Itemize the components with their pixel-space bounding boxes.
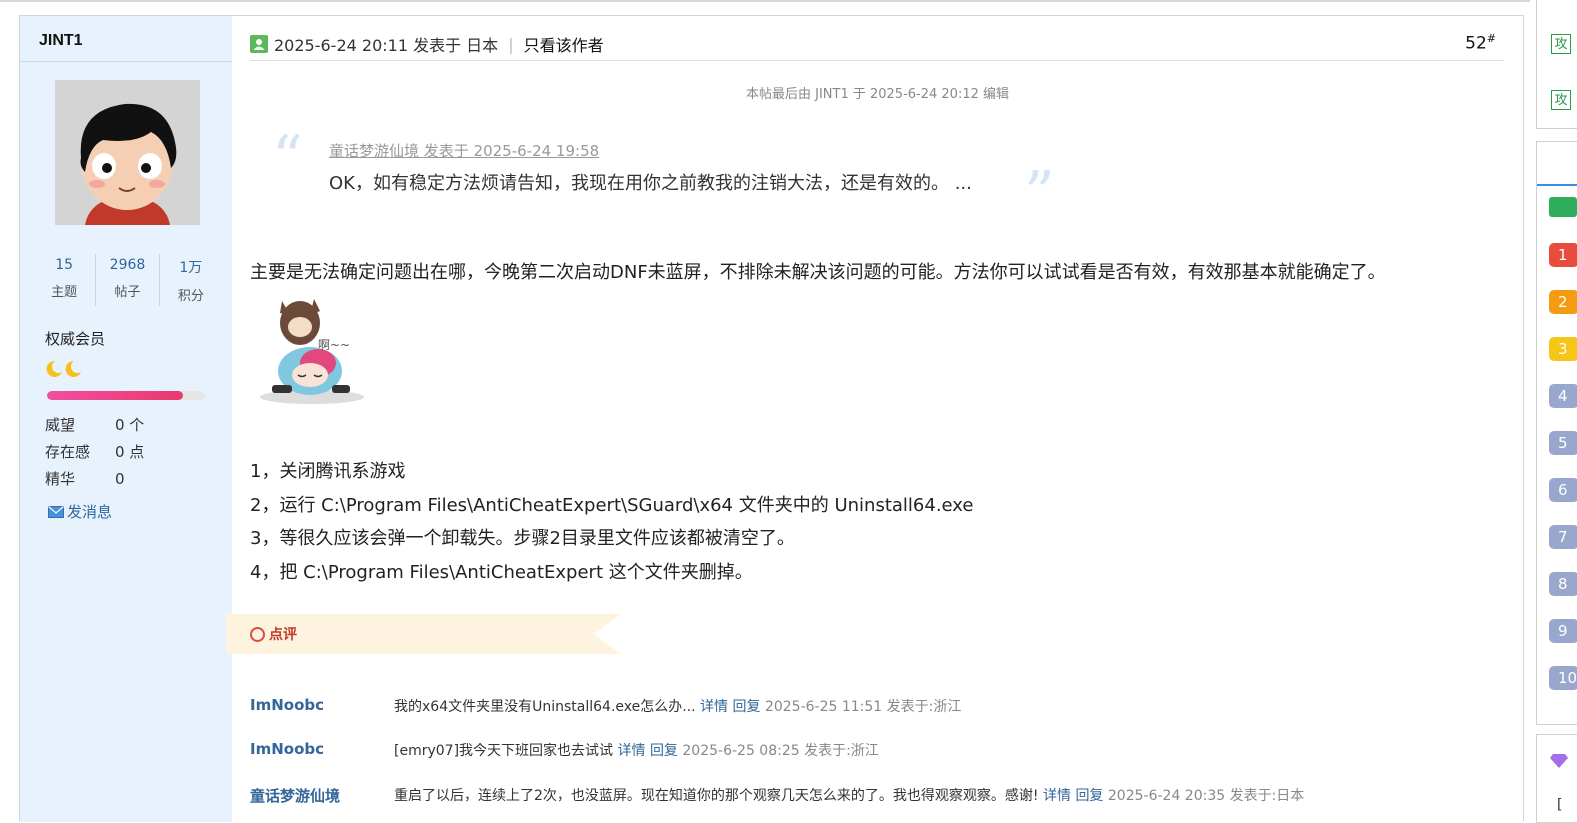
right-sidebar: 攻 攻 1 2 3 4 5 6 7 8 9 10 [ bbox=[1536, 0, 1577, 823]
level-progress-bar bbox=[47, 391, 205, 400]
circle-icon bbox=[250, 626, 265, 642]
rating-label-link[interactable]: 点评 bbox=[250, 624, 297, 644]
comment-detail-link[interactable]: 详情 bbox=[617, 743, 645, 759]
rank-badge[interactable]: 6 bbox=[1549, 478, 1577, 502]
step-item: 3，等很久应该会弹一个卸载失。步骤2目录里文件应该都被清空了。 bbox=[250, 528, 795, 549]
comment-reply-link[interactable]: 回复 bbox=[1075, 788, 1103, 804]
rating-section: 点评 bbox=[226, 614, 621, 654]
info-value: 0 点 bbox=[115, 443, 145, 461]
comment-meta: 2025-6-25 11:51 发表于:浙江 bbox=[764, 699, 962, 715]
level-progress-fill bbox=[47, 391, 183, 400]
info-key: 精华 bbox=[45, 470, 76, 488]
rank-badge[interactable]: 9 bbox=[1549, 619, 1577, 643]
edited-note: 本帖最后由 JINT1 于 2025-6-24 20:12 编辑 bbox=[745, 87, 1009, 102]
level-moons bbox=[45, 359, 85, 383]
comment-text: [emry07]我今天下班回家也去试试 bbox=[394, 743, 614, 759]
header-separator: | bbox=[508, 34, 514, 54]
quote-text: OK，如有稳定方法烦请告知，我现在用你之前教我的注销大法，还是有效的。 ... bbox=[329, 173, 972, 194]
sidebar-divider bbox=[20, 61, 232, 62]
info-row: 威望 0 个 bbox=[45, 412, 144, 439]
step-item: 4，把 C:\Program Files\AntiCheatExpert 这个文… bbox=[250, 561, 753, 583]
stat-label: 主题 bbox=[51, 285, 78, 300]
info-value: 0 bbox=[115, 470, 125, 488]
rank-badge[interactable]: 10 bbox=[1549, 666, 1577, 690]
floor-value: 52 bbox=[1465, 33, 1487, 54]
comment-body: [emry07]我今天下班回家也去试试 详情 回复 2025-6-25 08:2… bbox=[394, 740, 879, 760]
rank-badge[interactable]: 4 bbox=[1549, 384, 1577, 408]
comment-meta: 2025-6-24 20:35 发表于:日本 bbox=[1107, 788, 1305, 804]
stat-value: 15 bbox=[55, 257, 74, 273]
strategy-tag[interactable]: 攻 bbox=[1551, 90, 1571, 110]
quote-open-icon: “ bbox=[272, 123, 303, 193]
post-content: 2025-6-24 20:11 发表于 日本 | 只看该作者 52# 本帖最后由… bbox=[226, 16, 1523, 822]
floor-number[interactable]: 52# bbox=[1465, 32, 1496, 54]
avatar-cartoon-icon bbox=[55, 80, 200, 225]
sticker-image: 啊~~ bbox=[252, 293, 372, 408]
info-key: 存在感 bbox=[45, 443, 91, 461]
comment-meta: 2025-6-25 08:25 发表于:浙江 bbox=[682, 743, 879, 759]
rank-badge[interactable]: 2 bbox=[1549, 290, 1577, 314]
comment-detail-link[interactable]: 详情 bbox=[700, 699, 728, 715]
sticker-caption: 啊~~ bbox=[318, 338, 350, 352]
anime-sticker-icon: 啊~~ bbox=[260, 299, 364, 404]
user-stats: 15 主题 2968 帖子 1万 积分 bbox=[33, 254, 222, 306]
comment-body: 我的x64文件夹里没有Uninstall64.exe怎么办... 详情 回复 2… bbox=[394, 696, 961, 716]
quote-source-link[interactable]: 童话梦游仙境 发表于 2025-6-24 19:58 bbox=[329, 140, 599, 161]
send-message-link[interactable]: 发消息 bbox=[48, 501, 112, 522]
comment-user-link[interactable]: ImNoobc bbox=[250, 740, 324, 758]
rank-badge[interactable]: 3 bbox=[1549, 337, 1577, 361]
steps-list: 1，关闭腾讯系游戏 2，运行 C:\Program Files\AntiChea… bbox=[250, 455, 973, 589]
comment-text: 我的x64文件夹里没有Uninstall64.exe怎么办... bbox=[394, 699, 696, 715]
comment-body: 重启了以后，连续上了2次，也没蓝屏。现在知道你的那个观察几天怎么来的了。我也得观… bbox=[394, 785, 1304, 805]
avatar[interactable] bbox=[55, 80, 200, 225]
rank-badge[interactable]: 8 bbox=[1549, 572, 1577, 596]
rating-label: 点评 bbox=[269, 627, 297, 643]
step-item: 1，关闭腾讯系游戏 bbox=[250, 461, 406, 482]
username[interactable]: JINT1 bbox=[39, 32, 83, 50]
comment-detail-link[interactable]: 详情 bbox=[1043, 788, 1071, 804]
top-divider bbox=[0, 0, 1530, 2]
info-row: 存在感 0 点 bbox=[45, 439, 144, 466]
ranking-header-icon bbox=[1549, 197, 1577, 217]
quote-close-icon: ” bbox=[1024, 159, 1055, 229]
send-message-label: 发消息 bbox=[67, 503, 113, 521]
rank-badge[interactable]: 1 bbox=[1549, 243, 1577, 267]
rank-badge[interactable]: 5 bbox=[1549, 431, 1577, 455]
rank-badge[interactable]: 7 bbox=[1549, 525, 1577, 549]
bracket-glyph: [ bbox=[1557, 797, 1563, 813]
info-value: 0 个 bbox=[115, 416, 145, 434]
right-panel-bottom: [ bbox=[1536, 734, 1577, 823]
stat-topics[interactable]: 15 主题 bbox=[33, 254, 97, 306]
only-author-link[interactable]: 只看该作者 bbox=[524, 32, 604, 56]
user-info: 威望 0 个 存在感 0 点 精华 0 bbox=[45, 412, 144, 493]
strategy-tag[interactable]: 攻 bbox=[1551, 34, 1571, 54]
info-row: 精华 0 bbox=[45, 466, 144, 493]
comment-reply-link[interactable]: 回复 bbox=[732, 699, 760, 715]
step-item: 2，运行 C:\Program Files\AntiCheatExpert\SG… bbox=[250, 494, 974, 516]
post-timestamp: 2025-6-24 20:11 发表于 日本 bbox=[274, 36, 499, 55]
post-header: 2025-6-24 20:11 发表于 日本 | 只看该作者 52# bbox=[250, 32, 1504, 61]
stat-posts[interactable]: 2968 帖子 bbox=[96, 254, 160, 306]
stat-label: 积分 bbox=[177, 289, 204, 304]
diamond-icon bbox=[1550, 754, 1568, 768]
forum-post: JINT1 15 主题 2968 帖子 1万 积分 权威会员 威望 0 个 存在… bbox=[19, 15, 1524, 822]
comment-reply-link[interactable]: 回复 bbox=[650, 743, 678, 759]
stat-points[interactable]: 1万 积分 bbox=[160, 254, 222, 306]
stat-label: 帖子 bbox=[114, 285, 141, 300]
user-group[interactable]: 权威会员 bbox=[45, 328, 105, 349]
moon-icon bbox=[46, 360, 81, 377]
stat-value: 1万 bbox=[179, 260, 203, 276]
online-status-icon bbox=[250, 35, 268, 53]
comment-user-link[interactable]: ImNoobc bbox=[250, 696, 324, 714]
comment-user-link[interactable]: 童话梦游仙境 bbox=[250, 785, 340, 806]
floor-mark: # bbox=[1486, 32, 1496, 45]
info-key: 威望 bbox=[45, 416, 76, 434]
post-body: 主要是无法确定问题出在哪，今晚第二次启动DNF未蓝屏，不排除未解决该问题的可能。… bbox=[250, 262, 1386, 283]
stat-value: 2968 bbox=[109, 257, 146, 273]
ranking-tab-indicator bbox=[1537, 184, 1577, 186]
user-sidebar: JINT1 15 主题 2968 帖子 1万 积分 权威会员 威望 0 个 存在… bbox=[20, 16, 232, 822]
envelope-icon bbox=[48, 505, 64, 518]
comment-text: 重启了以后，连续上了2次，也没蓝屏。现在知道你的那个观察几天怎么来的了。我也得观… bbox=[394, 788, 1039, 804]
